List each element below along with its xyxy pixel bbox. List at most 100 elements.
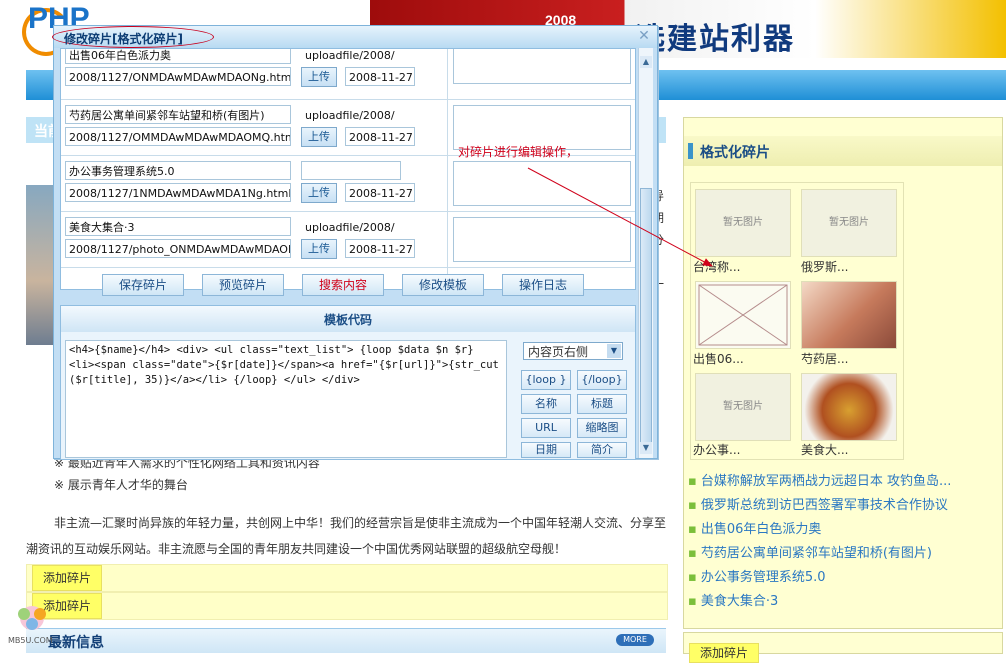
intro-paragraph: 非主流—汇聚时尚异族的年轻力量，共创网上中华！我们的经营宗旨是使非主流成为一个中… xyxy=(26,516,667,556)
list-item[interactable]: ▪ 俄罗斯总统到访巴西签署军事技术合作协议 xyxy=(688,494,998,518)
url-field[interactable]: 2008/1127/1NMDAwMDAwMDA1Ng.html xyxy=(65,183,291,202)
upload-button[interactable]: 上传 xyxy=(301,239,337,259)
url-field[interactable]: 2008/1127/OMMDAwMDAwMDAOMQ.html xyxy=(65,127,291,146)
list-item[interactable]: ▪ 芍药居公寓单间紧邻车站望和桥(有图片) xyxy=(688,542,998,566)
thumb-placeholder: 暂无图片 xyxy=(723,217,763,228)
close-icon[interactable]: ✕ xyxy=(637,29,651,43)
bullet-icon: ▪ xyxy=(688,594,697,609)
broken-image-icon xyxy=(698,284,788,346)
thumb-caption[interactable]: 芍药居... xyxy=(801,350,848,367)
insert-thumb-button[interactable]: 缩略图 xyxy=(577,418,627,438)
fragment-slot: 添加碎片 xyxy=(26,592,668,620)
template-header: 模板代码 xyxy=(61,306,635,332)
list-link[interactable]: 台媒称解放军两栖战力远超日本 攻钓鱼岛... xyxy=(701,474,952,489)
description-textarea[interactable] xyxy=(453,49,631,84)
insert-intro-button[interactable]: 简介 xyxy=(577,442,627,458)
template-code-panel: 模板代码 <h4>{$name}</h4> <div> <ul class="t… xyxy=(60,305,636,460)
edit-template-button[interactable]: 修改模板 xyxy=(402,274,484,296)
scroll-down-icon[interactable]: ▼ xyxy=(640,442,652,454)
image-path-field[interactable] xyxy=(301,161,401,180)
list-link[interactable]: 芍药居公寓单间紧邻车站望和桥(有图片) xyxy=(701,546,932,561)
list-link[interactable]: 美食大集合·3 xyxy=(701,594,778,609)
thumbnail[interactable]: 暂无图片 xyxy=(695,189,791,257)
thumbnail-photo[interactable] xyxy=(801,281,897,349)
watermark-text: MB5U.COM xyxy=(8,636,53,645)
thumb-caption[interactable]: 台湾称... xyxy=(693,258,740,275)
title-field[interactable]: 办公事务管理系统5.0 xyxy=(65,161,291,180)
description-textarea[interactable] xyxy=(453,161,631,206)
preview-fragment-button[interactable]: 预览碎片 xyxy=(202,274,284,296)
title-field[interactable]: 美食大集合·3 xyxy=(65,217,291,236)
add-fragment-button[interactable]: 添加碎片 xyxy=(32,565,103,591)
fragment-items-table: 出售06年白色派力奥 uploadfile/2008/ 2008/1127/ON… xyxy=(60,48,636,290)
upload-button[interactable]: 上传 xyxy=(301,127,337,147)
thumb-caption[interactable]: 出售06... xyxy=(693,350,744,367)
table-row: 美食大集合·3 uploadfile/2008/ 2008/1127/photo… xyxy=(61,211,635,268)
date-field[interactable]: 2008-11-27 xyxy=(345,239,415,258)
list-link[interactable]: 出售06年白色派力奥 xyxy=(701,522,822,537)
search-content-button[interactable]: 搜索内容 xyxy=(302,274,384,296)
insert-title-button[interactable]: 标题 xyxy=(577,394,627,414)
insert-name-button[interactable]: 名称 xyxy=(521,394,571,414)
list-item[interactable]: ▪ 台媒称解放军两栖战力远超日本 攻钓鱼岛... xyxy=(688,470,998,494)
bullet-icon: ▪ xyxy=(688,570,697,585)
bullet-icon: ▪ xyxy=(688,474,697,489)
intro-content: ※ 最贴近青年人需求的个性化网络工具和资讯内容 ※ 展示青年人才华的舞台 非主流… xyxy=(26,452,666,562)
header-bar-icon xyxy=(688,143,693,159)
select-value: 内容页右侧 xyxy=(528,345,589,359)
scroll-thumb[interactable] xyxy=(640,188,652,448)
dialog-titlebar[interactable]: 修改碎片[格式化碎片] ✕ xyxy=(52,26,657,48)
thumbnail[interactable]: 暂无图片 xyxy=(695,373,791,441)
list-item[interactable]: ▪ 出售06年白色派力奥 xyxy=(688,518,998,542)
date-field[interactable]: 2008-11-27 xyxy=(345,127,415,146)
thumb-placeholder: 暂无图片 xyxy=(723,401,763,412)
upload-button[interactable]: 上传 xyxy=(301,67,337,87)
date-field[interactable]: 2008-11-27 xyxy=(345,183,415,202)
panel-header: 格式化碎片 xyxy=(684,136,1002,166)
list-item[interactable]: ▪ 美食大集合·3 xyxy=(688,590,998,614)
template-code-editor[interactable]: <h4>{$name}</h4> <div> <ul class="text_l… xyxy=(65,340,507,458)
image-path-field[interactable]: uploadfile/2008/ xyxy=(301,49,401,64)
banner-slogan: 选建站利器 xyxy=(635,22,795,57)
dialog-scrollbar[interactable]: ▲ ▼ xyxy=(638,48,653,458)
image-path-field[interactable]: uploadfile/2008/ xyxy=(301,217,401,236)
thumb-caption[interactable]: 办公事... xyxy=(693,441,740,458)
date-field[interactable]: 2008-11-27 xyxy=(345,67,415,86)
thumb-caption[interactable]: 俄罗斯... xyxy=(801,258,848,275)
thumb-placeholder: 暂无图片 xyxy=(829,217,869,228)
scroll-up-icon[interactable]: ▲ xyxy=(640,56,652,68)
list-link[interactable]: 办公事务管理系统5.0 xyxy=(701,570,826,585)
position-select[interactable]: 内容页右侧 ▼ xyxy=(523,342,623,360)
add-fragment-button[interactable]: 添加碎片 xyxy=(689,643,760,663)
table-row: 办公事务管理系统5.0 2008/1127/1NMDAwMDAwMDA1Ng.h… xyxy=(61,155,635,212)
insert-url-button[interactable]: URL xyxy=(521,418,571,438)
bullet-icon: ▪ xyxy=(688,498,697,513)
thumbnail[interactable]: 暂无图片 xyxy=(801,189,897,257)
chevron-down-icon[interactable]: ▼ xyxy=(607,344,621,358)
image-path-field[interactable]: uploadfile/2008/ xyxy=(301,105,401,124)
format-fragment-panel: 格式化碎片 暂无图片 暂无图片 台湾称... 俄罗斯... 出售06... 芍药… xyxy=(683,117,1003,629)
template-title: 模板代码 xyxy=(323,313,372,327)
save-fragment-button[interactable]: 保存碎片 xyxy=(102,274,184,296)
bullet-icon: ▪ xyxy=(688,522,697,537)
thumbnail[interactable] xyxy=(695,281,791,349)
url-field[interactable]: 2008/1127/photo_ONMDAwMDAwMDAONQ.html xyxy=(65,239,291,258)
insert-date-button[interactable]: 日期 xyxy=(521,442,571,458)
thumbnail-grid: 暂无图片 暂无图片 台湾称... 俄罗斯... 出售06... 芍药居... 暂… xyxy=(690,182,904,460)
title-field[interactable]: 出售06年白色派力奥 xyxy=(65,49,291,64)
thumb-caption[interactable]: 美食大... xyxy=(801,441,848,458)
more-button[interactable]: MORE xyxy=(616,634,654,646)
description-textarea[interactable] xyxy=(453,217,631,262)
upload-button[interactable]: 上传 xyxy=(301,183,337,203)
list-item[interactable]: ▪ 办公事务管理系统5.0 xyxy=(688,566,998,590)
right-fragment-slot: 添加碎片 xyxy=(683,632,1003,663)
list-link[interactable]: 俄罗斯总统到访巴西签署军事技术合作协议 xyxy=(701,498,948,513)
thumbnail-photo[interactable] xyxy=(801,373,897,441)
annotation-text: 对碎片进行编辑操作， xyxy=(458,145,579,159)
title-field[interactable]: 芍药居公寓单间紧邻车站望和桥(有图片) xyxy=(65,105,291,124)
insert-loop-button[interactable]: {loop } xyxy=(521,370,571,390)
url-field[interactable]: 2008/1127/ONMDAwMDAwMDAONg.html xyxy=(65,67,291,86)
insert-endloop-button[interactable]: {/loop} xyxy=(577,370,627,390)
dialog-title: 修改碎片[格式化碎片] xyxy=(64,32,183,46)
operation-log-button[interactable]: 操作日志 xyxy=(502,274,584,296)
